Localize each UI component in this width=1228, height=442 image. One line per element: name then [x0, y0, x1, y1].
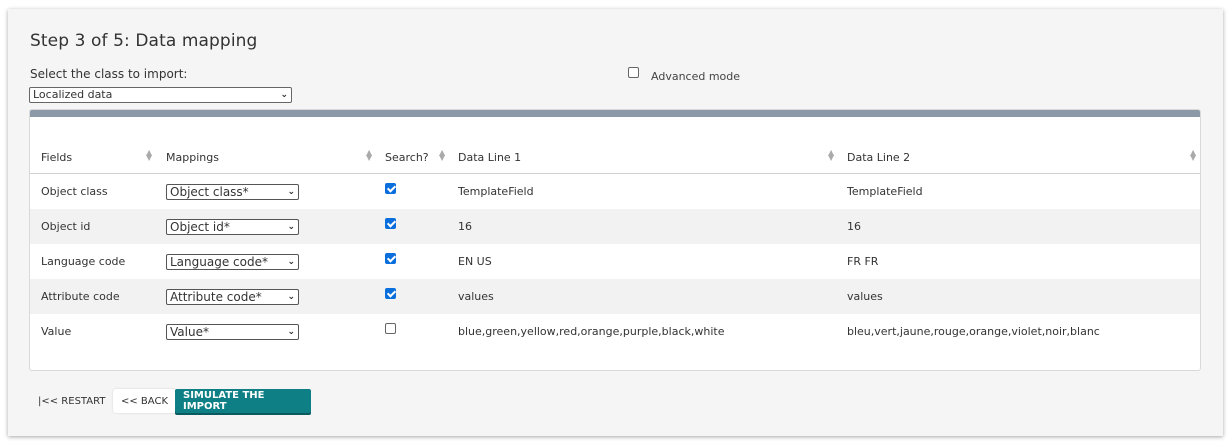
sort-icon[interactable]: ▲ ▼	[439, 149, 445, 162]
mapping-select-value: Object id*	[170, 220, 230, 234]
chevron-down-icon: ⌄	[287, 257, 295, 267]
chevron-down-icon: ⌄	[280, 90, 288, 100]
field-name: Object class	[41, 185, 108, 198]
search-checkbox[interactable]	[385, 218, 396, 229]
data-line-1-value: EN US	[458, 255, 492, 268]
data-line-2-value: values	[847, 290, 883, 303]
restart-button[interactable]: |<< RESTART	[30, 389, 113, 413]
data-line-1-value: values	[458, 290, 494, 303]
mapping-select-value: Value*	[170, 325, 209, 339]
class-select[interactable]: Localized data ⌄	[29, 87, 292, 103]
data-line-1-value: 16	[458, 220, 472, 233]
mapping-table: Fields ▲ ▼ Mappings ▲ ▼ Search? ▲ ▼ Data Li…	[29, 109, 1201, 371]
chevron-down-icon: ⌄	[287, 292, 295, 302]
sort-icon[interactable]: ▲ ▼	[828, 149, 834, 162]
data-line-2-value: TemplateField	[847, 185, 923, 198]
mapping-select[interactable]: Language code* ⌄	[166, 254, 299, 270]
header-data-line-1[interactable]: Data Line 1	[458, 151, 521, 164]
mapping-select[interactable]: Value* ⌄	[166, 324, 299, 340]
field-name: Language code	[41, 255, 126, 268]
sort-icon[interactable]: ▲ ▼	[1190, 149, 1196, 162]
data-line-1-value: TemplateField	[458, 185, 534, 198]
back-button[interactable]: << BACK	[113, 389, 177, 413]
table-row: Object class Object class* ⌄ TemplateFie…	[30, 174, 1200, 209]
data-line-1-value: blue,green,yellow,red,orange,purple,blac…	[458, 325, 725, 338]
mapping-select-value: Attribute code*	[170, 290, 262, 304]
data-line-2-value: FR FR	[847, 255, 879, 268]
header-data-line-2[interactable]: Data Line 2	[847, 151, 910, 164]
field-name: Value	[41, 325, 72, 338]
advanced-mode-label: Advanced mode	[651, 70, 741, 83]
header-fields[interactable]: Fields	[41, 151, 72, 164]
import-wizard-card: Step 3 of 5: Data mapping Select the cla…	[8, 9, 1223, 436]
header-mappings[interactable]: Mappings	[166, 151, 219, 164]
table-top-bar	[30, 110, 1200, 117]
table-row: Value Value* ⌄ blue,green,yellow,red,ora…	[30, 314, 1200, 349]
mapping-select-value: Language code*	[170, 255, 268, 269]
field-name: Object id	[41, 220, 91, 233]
table-row: Language code Language code* ⌄ EN US FR …	[30, 244, 1200, 279]
simulate-import-button[interactable]: SIMULATE THE IMPORT	[175, 389, 311, 413]
search-checkbox[interactable]	[385, 253, 396, 264]
sort-icon[interactable]: ▲ ▼	[146, 149, 152, 162]
mapping-select-value: Object class*	[170, 185, 249, 199]
search-checkbox[interactable]	[385, 183, 396, 194]
mapping-select[interactable]: Object id* ⌄	[166, 219, 299, 235]
chevron-down-icon: ⌄	[287, 187, 295, 197]
chevron-down-icon: ⌄	[287, 222, 295, 232]
chevron-down-icon: ⌄	[287, 327, 295, 337]
class-select-label: Select the class to import:	[30, 67, 188, 81]
page-title: Step 3 of 5: Data mapping	[30, 31, 258, 51]
data-line-2-value: 16	[847, 220, 861, 233]
data-line-2-value: bleu,vert,jaune,rouge,orange,violet,noir…	[847, 325, 1100, 338]
header-search[interactable]: Search?	[385, 151, 429, 164]
table-row: Attribute code Attribute code* ⌄ values …	[30, 279, 1200, 314]
mapping-select[interactable]: Attribute code* ⌄	[166, 289, 299, 305]
advanced-mode-toggle[interactable]: Advanced mode	[628, 67, 740, 83]
search-checkbox[interactable]	[385, 323, 396, 334]
advanced-mode-checkbox[interactable]	[628, 67, 639, 78]
sort-icon[interactable]: ▲ ▼	[366, 149, 372, 162]
class-select-value: Localized data	[33, 88, 113, 101]
field-name: Attribute code	[41, 290, 120, 303]
mapping-select[interactable]: Object class* ⌄	[166, 184, 299, 200]
search-checkbox[interactable]	[385, 288, 396, 299]
table-row: Object id Object id* ⌄ 16 16	[30, 209, 1200, 244]
table-header: Fields ▲ ▼ Mappings ▲ ▼ Search? ▲ ▼ Data Li…	[30, 117, 1200, 174]
